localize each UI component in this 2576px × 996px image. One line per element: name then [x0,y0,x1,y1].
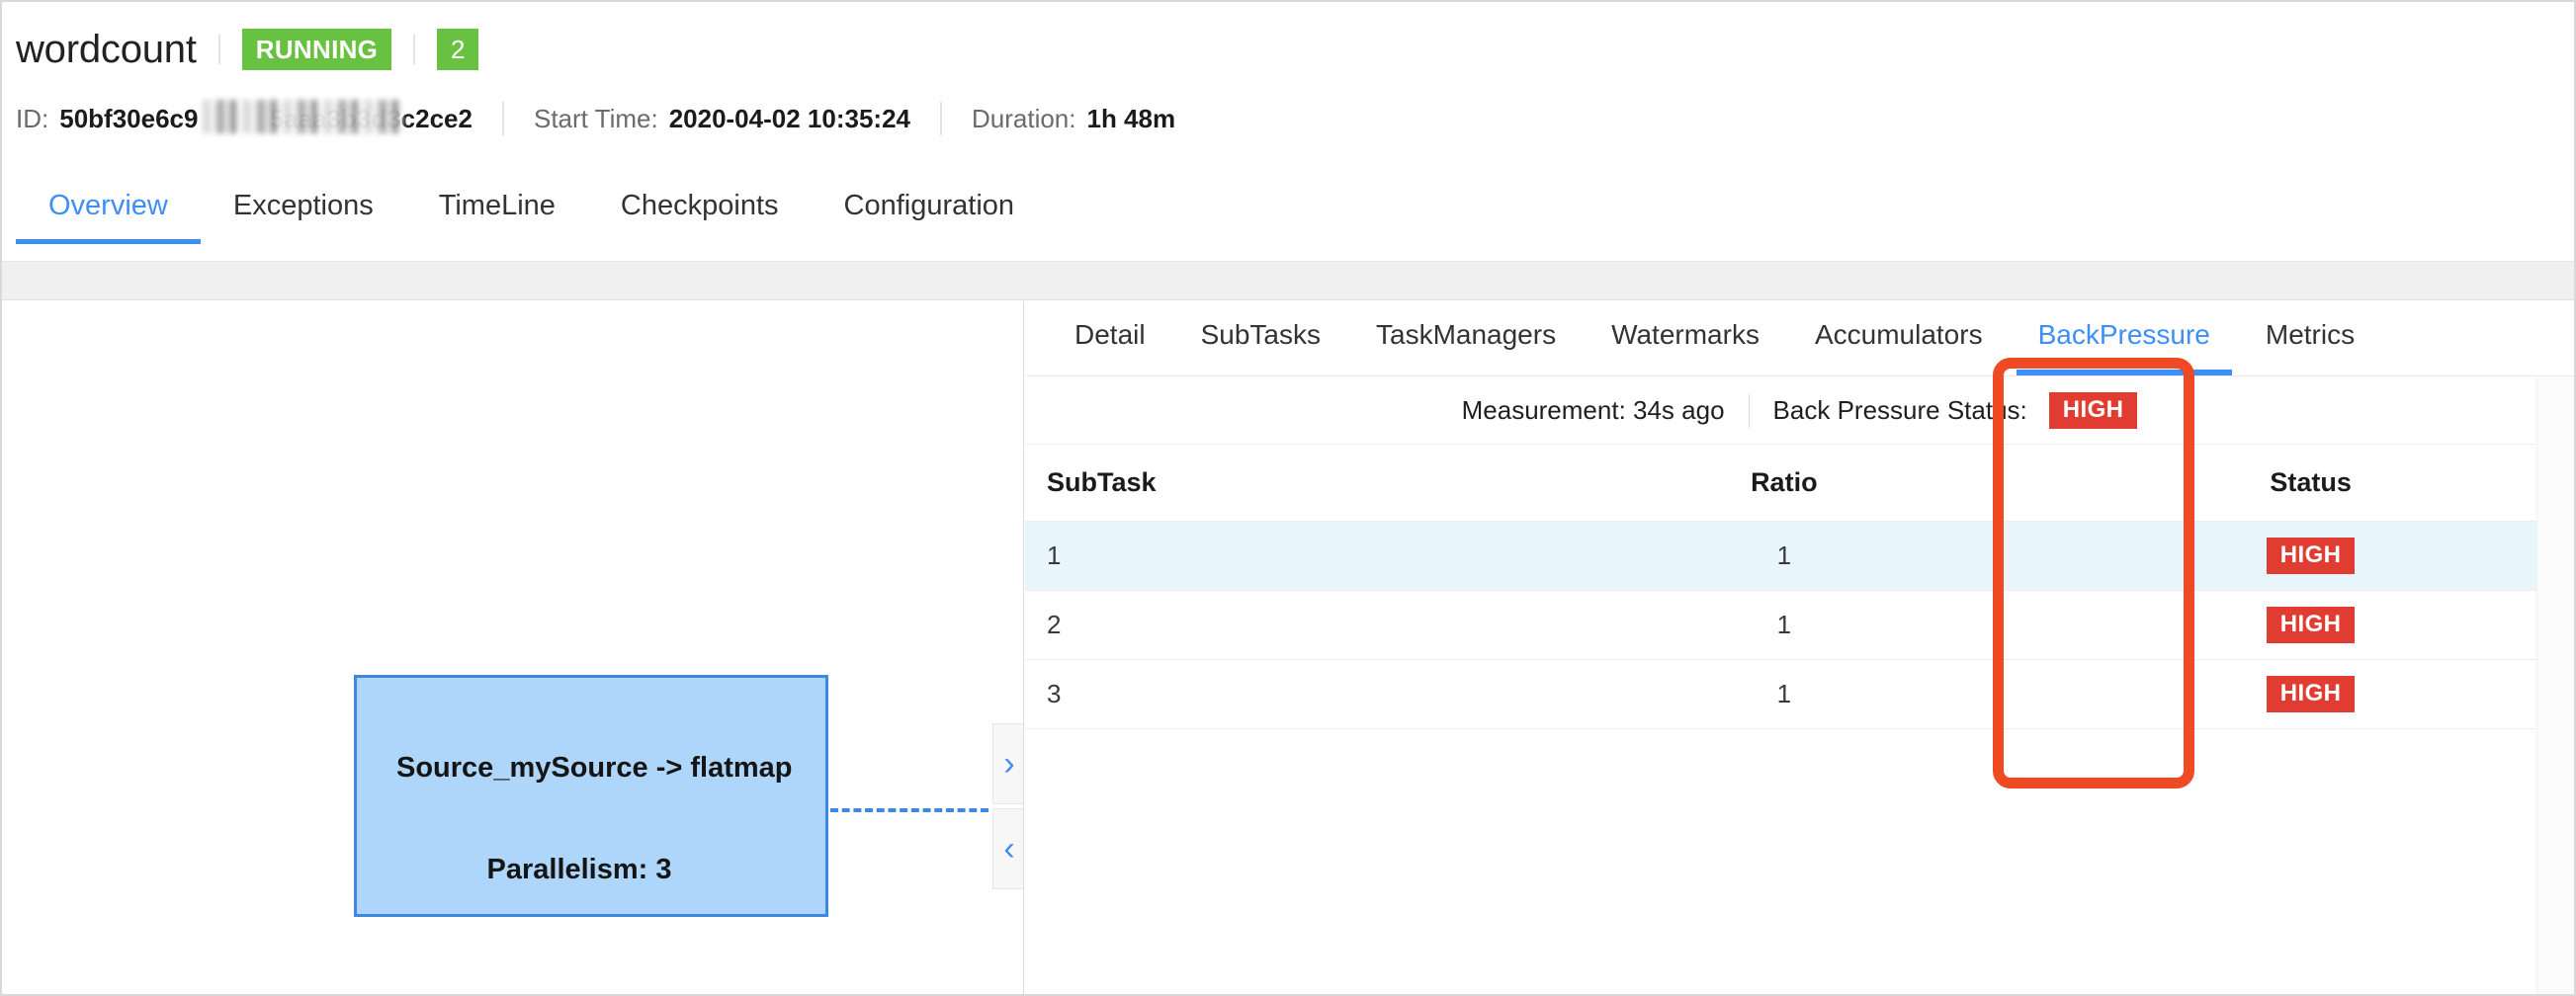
vertex-detail-pane: Detail SubTasks TaskManagers Watermarks … [1025,301,2574,994]
graph-node-title: Source_mySource -> flatmap [396,749,823,787]
flink-dashboard-job-page: wordcount RUNNING 2 ID: 50bf30e6c9 5aaa3… [0,0,2576,996]
tab-checkpoints[interactable]: Checkpoints [588,176,812,244]
summary-divider [1749,394,1750,428]
detail-pane-scrollbar[interactable] [2536,377,2574,994]
duration-value: 1h 48m [1086,104,1175,134]
cell-ratio: 1 [1520,521,2047,590]
primary-tab-bar: Overview Exceptions TimeLine Checkpoints… [2,176,2574,261]
detail-tab-watermarks[interactable]: Watermarks [1584,301,1787,374]
detail-tab-metrics[interactable]: Metrics [2238,301,2382,374]
cell-status: HIGH [2047,590,2574,659]
duration-label: Duration: [972,104,1076,134]
table-header-row: SubTask Ratio Status [1025,446,2574,521]
tab-overview[interactable]: Overview [16,176,201,244]
start-time-value: 2020-04-02 10:35:24 [669,104,910,134]
table-row[interactable]: 2 1 HIGH [1025,590,2574,659]
job-status-badge: RUNNING [242,29,391,70]
backpressure-status-badge: HIGH [2049,392,2138,429]
detail-tab-detail[interactable]: Detail [1047,301,1173,374]
toolbar-spacer-band [2,261,2574,300]
cell-status: HIGH [2047,659,2574,728]
job-title-row: wordcount RUNNING 2 [16,20,478,79]
status-badge: HIGH [2267,676,2356,712]
job-count-badge: 2 [437,29,478,70]
backpressure-status-label: Back Pressure Status: [1773,395,2027,426]
title-divider-1 [218,35,220,64]
column-header-status[interactable]: Status [2047,446,2574,521]
title-divider-2 [413,35,415,64]
detail-tab-subtasks[interactable]: SubTasks [1173,301,1348,374]
job-meta-row: ID: 50bf30e6c9 5aaa3b3d3c2ce2 Start Time… [16,97,1175,140]
job-graph-pane[interactable]: Source_mySource -> flatmap Parallelism: … [2,301,1024,994]
tab-exceptions[interactable]: Exceptions [201,176,406,244]
graph-node-source-flatmap[interactable]: Source_mySource -> flatmap Parallelism: … [354,675,828,917]
detail-tab-bar: Detail SubTasks TaskManagers Watermarks … [1025,301,2574,376]
column-header-subtask[interactable]: SubTask [1025,446,1520,521]
table-body: 1 1 HIGH 2 1 HIGH 3 [1025,521,2574,728]
cell-subtask: 2 [1025,590,1520,659]
cell-subtask: 1 [1025,521,1520,590]
meta-divider-1 [502,102,504,135]
cell-ratio: 1 [1520,590,2047,659]
cell-subtask: 3 [1025,659,1520,728]
column-header-ratio[interactable]: Ratio [1520,446,2047,521]
cell-ratio: 1 [1520,659,2047,728]
backpressure-table: SubTask Ratio Status 1 1 HIGH 2 [1025,446,2574,729]
overview-body: Source_mySource -> flatmap Parallelism: … [2,301,2574,994]
table-row[interactable]: 1 1 HIGH [1025,521,2574,590]
start-time-label: Start Time: [534,104,658,134]
table-row[interactable]: 3 1 HIGH [1025,659,2574,728]
job-id-wrapper: 50bf30e6c9 5aaa3b3d3c2ce2 [48,104,472,134]
detail-tab-taskmanagers[interactable]: TaskManagers [1348,301,1584,374]
job-header: wordcount RUNNING 2 ID: 50bf30e6c9 5aaa3… [2,2,2574,176]
detail-tab-backpressure[interactable]: BackPressure [2011,301,2238,374]
redaction-blur-overlay [203,100,402,133]
status-badge: HIGH [2267,538,2356,574]
graph-edge-line [830,808,988,812]
detail-tab-accumulators[interactable]: Accumulators [1787,301,2011,374]
chevron-right-icon[interactable]: › [992,723,1024,804]
job-id-label: ID: [16,104,48,134]
cell-status: HIGH [2047,521,2574,590]
meta-divider-2 [940,102,942,135]
tab-timeline[interactable]: TimeLine [406,176,588,244]
tab-configuration[interactable]: Configuration [812,176,1048,244]
page-title: wordcount [16,26,197,73]
table-head: SubTask Ratio Status [1025,446,2574,521]
backpressure-summary-bar: Measurement: 34s ago Back Pressure Statu… [1025,377,2574,445]
graph-node-parallelism: Parallelism: 3 [357,854,802,886]
measurement-label: Measurement: 34s ago [1462,395,1725,426]
status-badge: HIGH [2267,607,2356,643]
chevron-left-icon[interactable]: ‹ [992,808,1024,889]
